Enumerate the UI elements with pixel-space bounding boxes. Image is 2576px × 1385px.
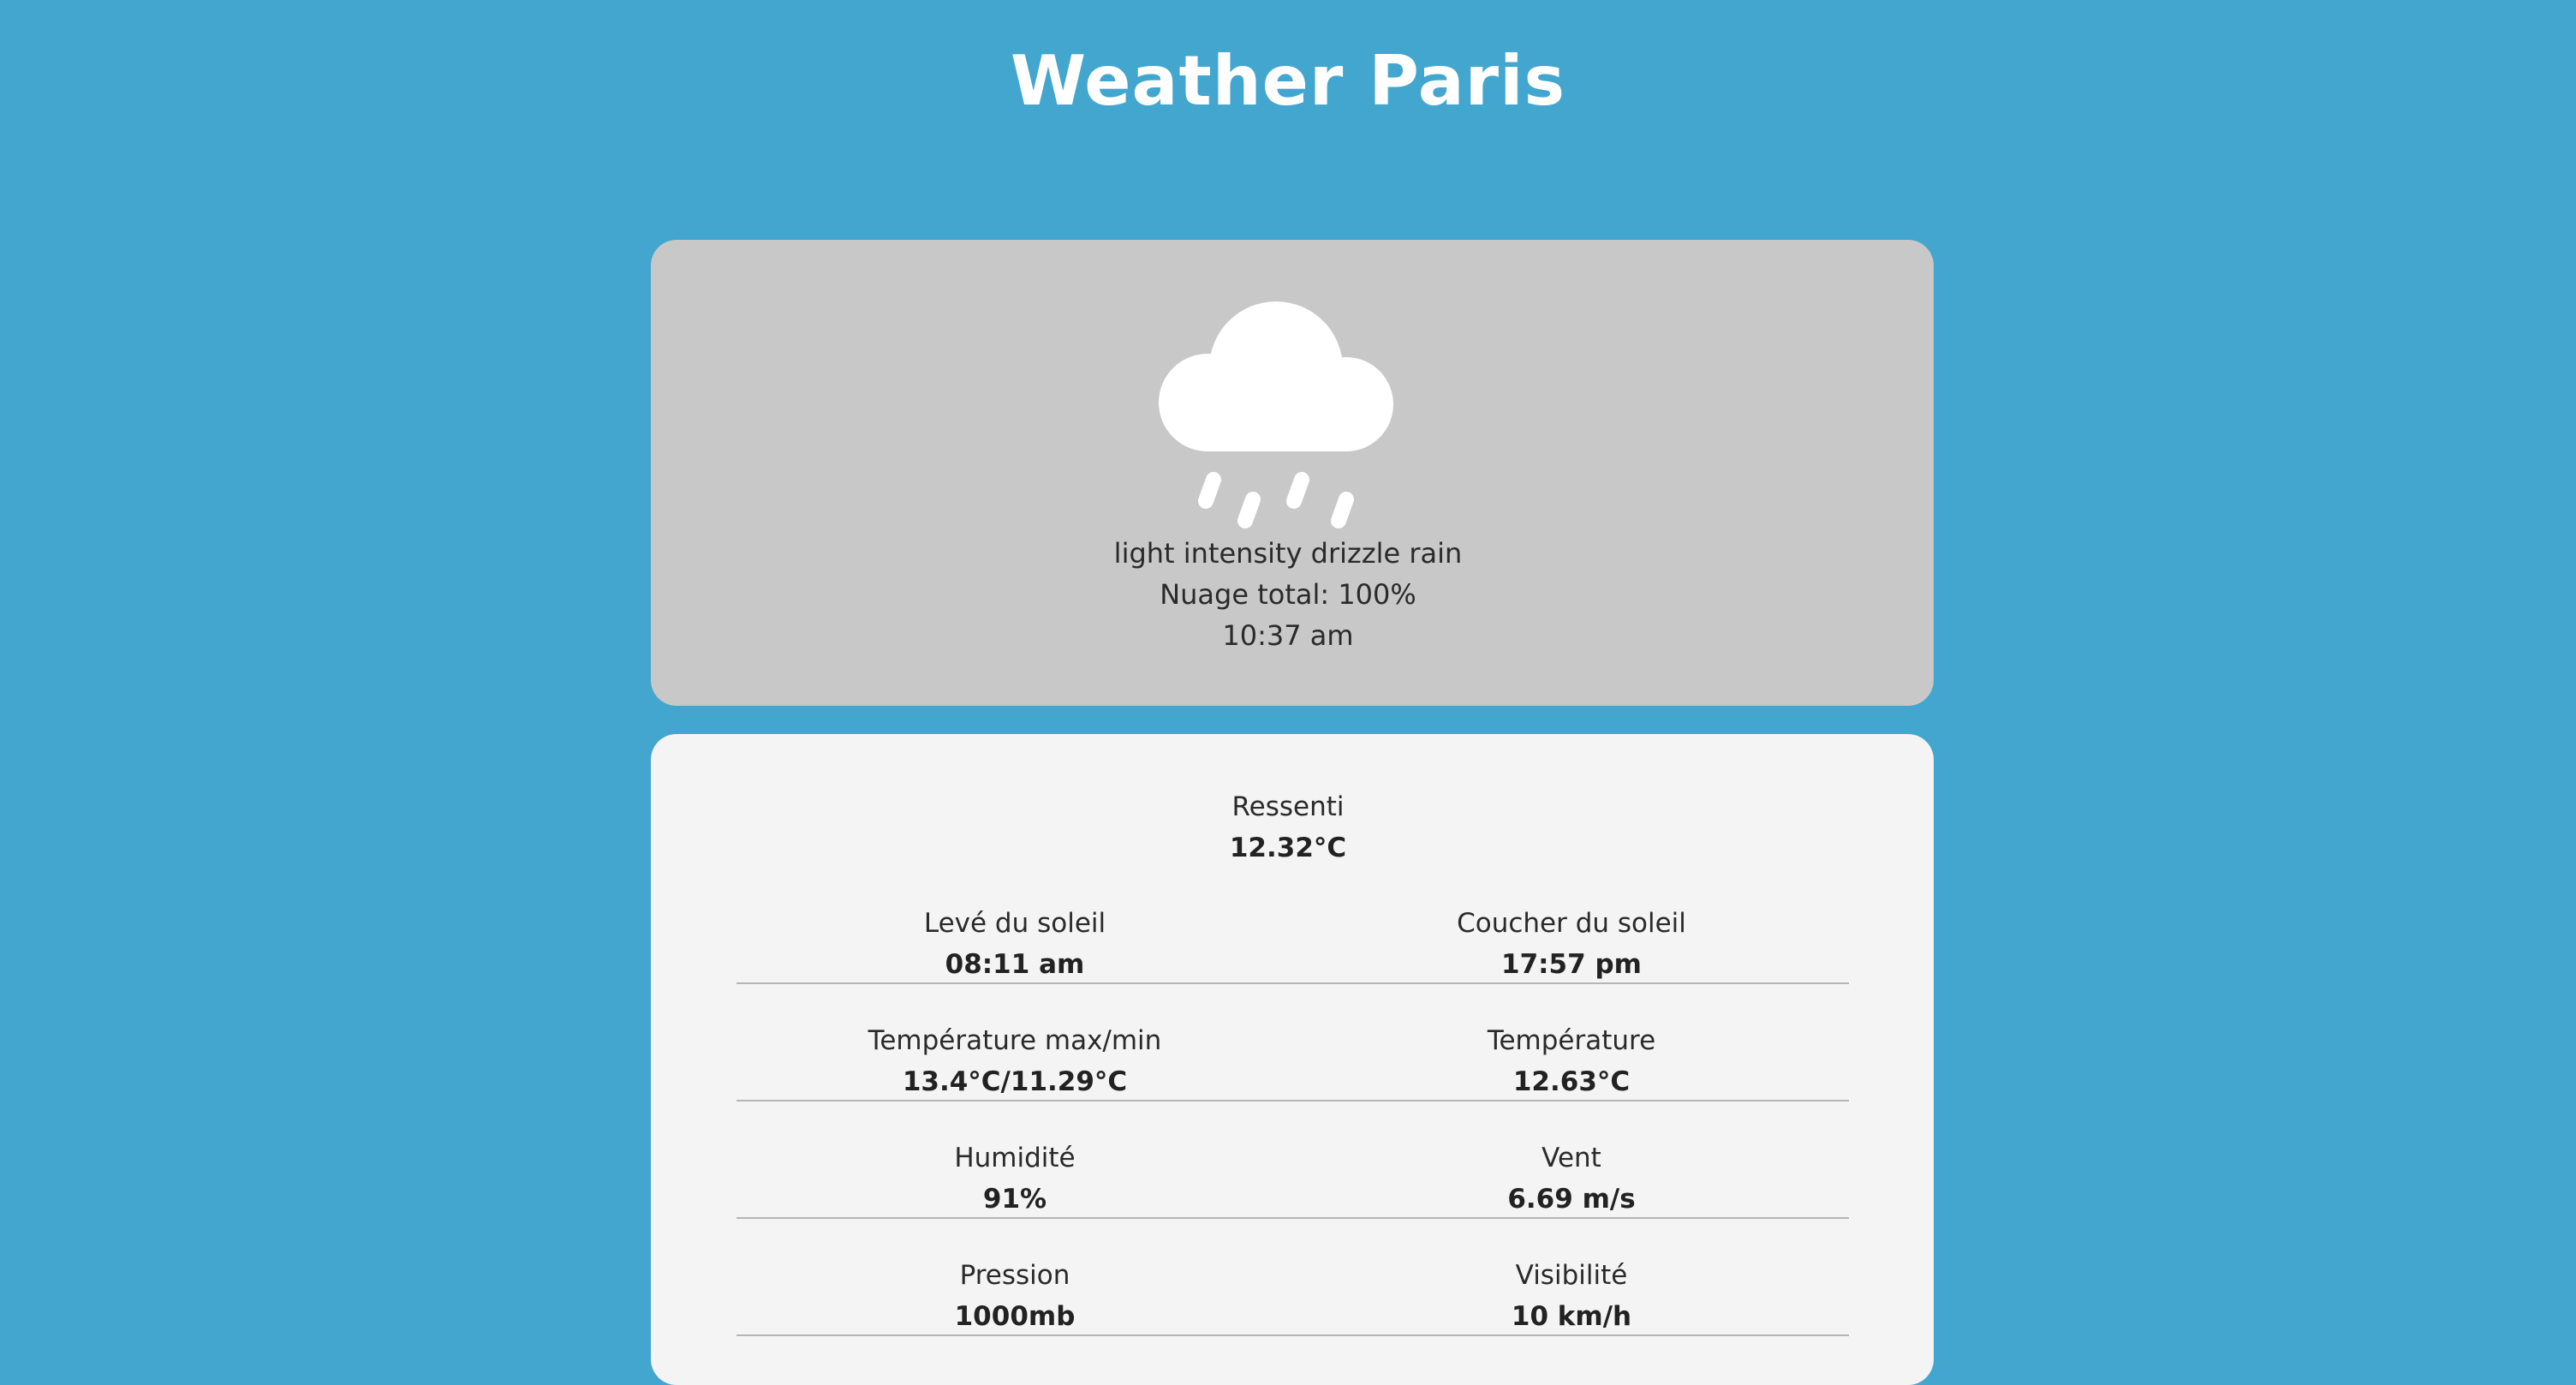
wind-value: 6.69 m/s [1507, 1184, 1636, 1215]
temp-maxmin: Température max/min 13.4°C/11.29°C [732, 1024, 1297, 1099]
weather-description: light intensity drizzle rain [1113, 537, 1463, 570]
temperature-label: Température [1487, 1025, 1656, 1056]
row-divider [736, 1334, 1849, 1336]
sunrise-value: 08:11 am [945, 949, 1085, 980]
temperature: Température 12.63°C [1289, 1024, 1854, 1099]
humidity-label: Humidité [954, 1143, 1076, 1173]
temp-maxmin-label: Température max/min [868, 1025, 1162, 1056]
humidity: Humidité 91% [732, 1141, 1297, 1216]
visibility-value: 10 km/h [1511, 1301, 1632, 1332]
feels-like: Ressenti 12.32°C [1005, 790, 1571, 865]
wind-label: Vent [1541, 1143, 1601, 1173]
feels-like-label: Ressenti [1231, 791, 1345, 822]
observation-time: 10:37 am [1222, 619, 1354, 652]
cloud-rain-icon [1148, 300, 1404, 540]
feels-like-value: 12.32°C [1229, 833, 1347, 863]
pressure-label: Pression [959, 1260, 1070, 1291]
sunset-value: 17:57 pm [1501, 949, 1642, 980]
row-divider [736, 1100, 1849, 1101]
wind: Vent 6.69 m/s [1289, 1141, 1854, 1216]
temperature-value: 12.63°C [1512, 1066, 1631, 1097]
humidity-value: 91% [982, 1184, 1047, 1215]
pressure: Pression 1000mb [732, 1258, 1297, 1334]
cloud-cover: Nuage total: 100% [1160, 578, 1416, 611]
row-divider [736, 1217, 1849, 1219]
visibility-label: Visibilité [1515, 1260, 1628, 1291]
row-divider [736, 982, 1849, 984]
sunrise-label: Levé du soleil [923, 908, 1106, 939]
page-title: Weather Paris [1010, 41, 1566, 121]
temp-maxmin-value: 13.4°C/11.29°C [902, 1066, 1128, 1097]
sunset-label: Coucher du soleil [1457, 908, 1686, 939]
sunrise: Levé du soleil 08:11 am [732, 906, 1297, 982]
visibility: Visibilité 10 km/h [1289, 1258, 1854, 1334]
pressure-value: 1000mb [954, 1301, 1076, 1332]
sunset: Coucher du soleil 17:57 pm [1289, 906, 1854, 982]
